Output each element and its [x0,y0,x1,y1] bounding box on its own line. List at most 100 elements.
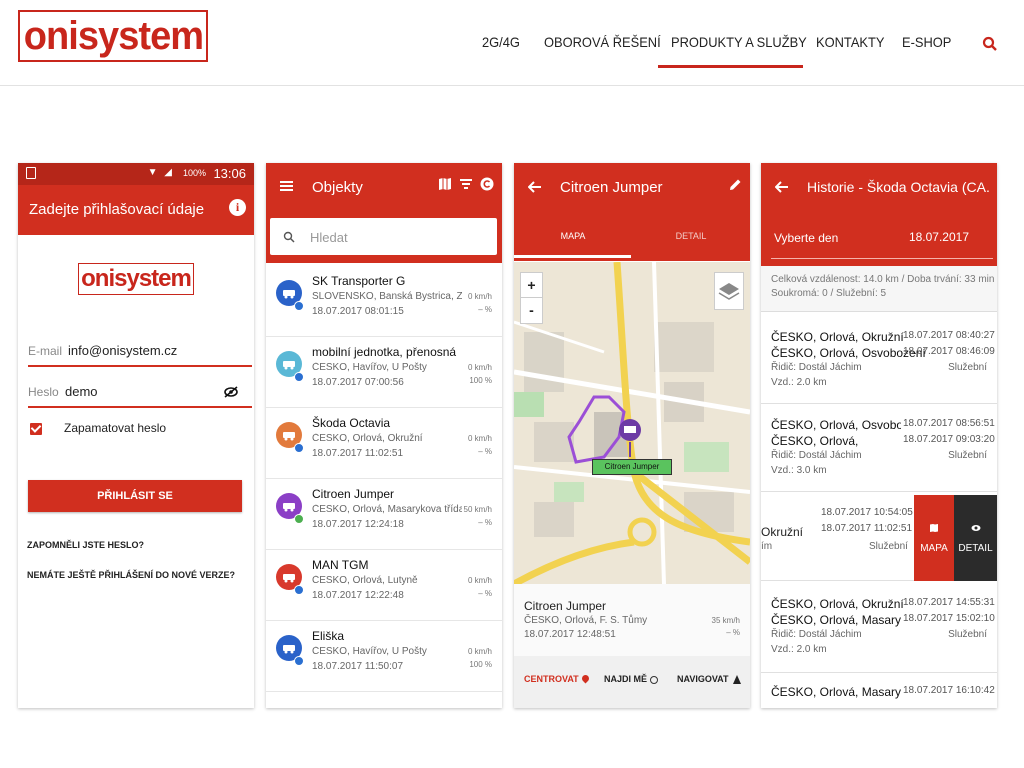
main-nav: 2G/4G OBOROVÁ ŘEŠENÍ PRODUKTY A SLUŽBY K… [0,34,1024,64]
back-arrow-icon[interactable] [528,181,542,193]
trip-end: 18.07.2017 09:03:20 [903,434,995,445]
refresh-icon[interactable] [480,177,494,191]
object-name: Škoda Octavia [312,416,391,430]
badge-icon [294,372,304,382]
object-list-item[interactable]: Citroen Jumper ČESKO, Orlová, Masarykova … [266,479,502,550]
trip-type: Služební [948,362,987,373]
tab-map[interactable]: MAPA [514,231,632,241]
summary-line2: Soukromá: 0 / Služební: 5 [771,288,887,299]
zoom-out-button[interactable]: - [521,298,542,323]
trip-driver: Řidič: Dostál Jáchim [771,450,862,461]
search-input[interactable]: Hledat [270,218,497,255]
find-me-button[interactable]: NAJDI MĚ [604,674,659,684]
zoom-control: + - [520,272,543,324]
target-icon [650,675,659,684]
object-list-item[interactable]: SK Transporter G SLOVENSKO, Banská Bystri… [266,266,502,337]
object-time: 18.07.2017 12:24:18 [312,519,404,530]
history-row[interactable]: ČESKO, Orlová, Masaryko... 18.07.2017 16… [761,675,997,708]
vehicle-location: ČESKO, Orlová, F. S. Tůmy [524,615,648,626]
password-field[interactable]: Heslo demo [28,374,252,408]
back-arrow-icon[interactable] [775,181,789,193]
object-pct: 100 % [469,376,492,385]
object-name: MAN TGM [312,558,369,572]
status-time: 13:06 [213,166,246,181]
trip-driver: Řidič: Dostál Jáchim [771,362,862,373]
objects-title: Objekty [312,179,363,196]
vehicle-pct: – % [726,628,740,637]
trip-from: ČESKO, Orlová, Osvoboze... [771,418,901,432]
objects-list: SK Transporter G SLOVENSKO, Banská Bystri… [266,266,502,692]
object-time: 18.07.2017 11:50:07 [312,661,404,672]
nav-item-produkty-a-sluzby[interactable]: PRODUKTY A SLUŽBY [671,34,807,50]
object-speed: 0 km/h [467,576,492,585]
login-title: Zadejte přihlašovací údaje [29,201,205,218]
tab-detail[interactable]: DETAIL [632,231,750,241]
menu-icon[interactable] [280,181,293,191]
history-app-bar: Historie - Škoda Octavia (CA... Vyberte … [761,163,997,266]
vehicle-info: Citroen Jumper ČESKO, Orlová, F. S. Tůmy… [514,584,750,656]
nav-item-2g4g[interactable]: 2G/4G [482,34,520,50]
object-location: SLOVENSKO, Banská Bystrica, Zvo... [312,291,462,302]
object-list-item[interactable]: mobilní jednotka, přenosná ČESKO, Havířov… [266,337,502,408]
navigation-arrow-icon [732,675,741,685]
filter-icon[interactable] [459,177,473,191]
object-pct: – % [478,589,492,598]
object-speed: 0 km/h [467,363,492,372]
email-field[interactable]: E-mail info@onisystem.cz [28,333,252,367]
eye-icon [971,525,980,531]
badge-icon [294,585,304,595]
trip-distance: Vzd.: 2.0 km [771,644,827,655]
history-row-swiped[interactable]: Okružní ím 18.07.2017 10:54:05 18.07.201… [761,495,997,581]
object-pct: – % [478,305,492,314]
object-speed: 0 km/h [467,292,492,301]
login-button[interactable]: PŘIHLÁSIT SE [28,480,242,512]
map-button-label: MAPA [920,543,948,554]
vehicle-name: Citroen Jumper [524,599,607,613]
nav-item-kontakty[interactable]: KONTAKTY [816,34,884,50]
no-login-link[interactable]: NEMÁTE JEŠTĚ PŘIHLÁŠENÍ DO NOVÉ VERZE? [27,570,235,580]
day-picker[interactable]: 18.07.2017 [909,230,969,244]
center-button[interactable]: CENTROVAT [524,673,591,684]
history-row[interactable]: ČESKO, Orlová, Osvoboze... ČESKO, Orlová… [761,406,997,492]
site-header: onisystem 2G/4G OBOROVÁ ŘEŠENÍ PRODUKTY … [0,0,1024,86]
object-name: mobilní jednotka, přenosná [312,345,457,359]
show-on-map-button[interactable]: MAPA [914,495,954,581]
forgot-password-link[interactable]: ZAPOMNĚLI JSTE HESLO? [27,540,144,550]
object-pct: – % [478,447,492,456]
trip-end: 18.07.2017 15:02:10 [903,613,995,624]
layers-button[interactable] [714,272,744,310]
eye-off-icon[interactable] [224,386,238,398]
map-view[interactable]: + - Citroen Jumper [514,262,750,584]
pin-icon [580,673,591,684]
trip-type: Služební [869,541,908,552]
remember-checkbox[interactable] [30,423,42,435]
nav-item-e-shop[interactable]: E-SHOP [902,34,951,50]
object-list-item[interactable]: MAN TGM ČESKO, Orlová, Lutyně 18.07.2017 1… [266,550,502,621]
object-location: ČESKO, Orlová, Okružní [312,433,423,444]
edit-icon[interactable] [728,178,742,192]
detail-button[interactable]: DETAIL [954,495,997,581]
info-icon[interactable]: i [229,199,246,216]
history-row[interactable]: ČESKO, Orlová, Okružní ČESKO, Orlová, Ma… [761,587,997,673]
vehicle-speed: 35 km/h [711,616,740,625]
history-summary: Celková vzdálenost: 14.0 km / Doba trván… [761,266,997,312]
object-speed: 50 km/h [463,505,492,514]
object-list-item[interactable]: Škoda Octavia ČESKO, Orlová, Okružní 18.07… [266,408,502,479]
map-icon[interactable] [438,177,452,191]
trip-from: ČESKO, Orlová, Masaryko... [771,685,901,699]
badge-icon [294,514,304,524]
history-row[interactable]: ČESKO, Orlová, Okružní ČESKO, Orlová, Os… [761,318,997,404]
navigate-label: NAVIGOVAT [677,674,729,684]
object-speed: 0 km/h [467,434,492,443]
object-time: 18.07.2017 11:02:51 [312,448,404,459]
object-speed: 0 km/h [467,647,492,656]
search-icon[interactable] [982,36,998,52]
zoom-in-button[interactable]: + [521,273,542,298]
email-value[interactable]: info@onisystem.cz [68,343,177,358]
password-value[interactable]: demo [65,384,98,399]
object-list-item[interactable]: Eliška ČESKO, Havířov, U Pošty 18.07.2017 … [266,621,502,692]
app-logo: onisystem [78,263,194,295]
trip-driver: Řidič: Dostál Jáchim [771,629,862,640]
navigate-button[interactable]: NAVIGOVAT [677,674,741,685]
nav-item-oborova-reseni[interactable]: OBOROVÁ ŘEŠENÍ [544,34,661,50]
